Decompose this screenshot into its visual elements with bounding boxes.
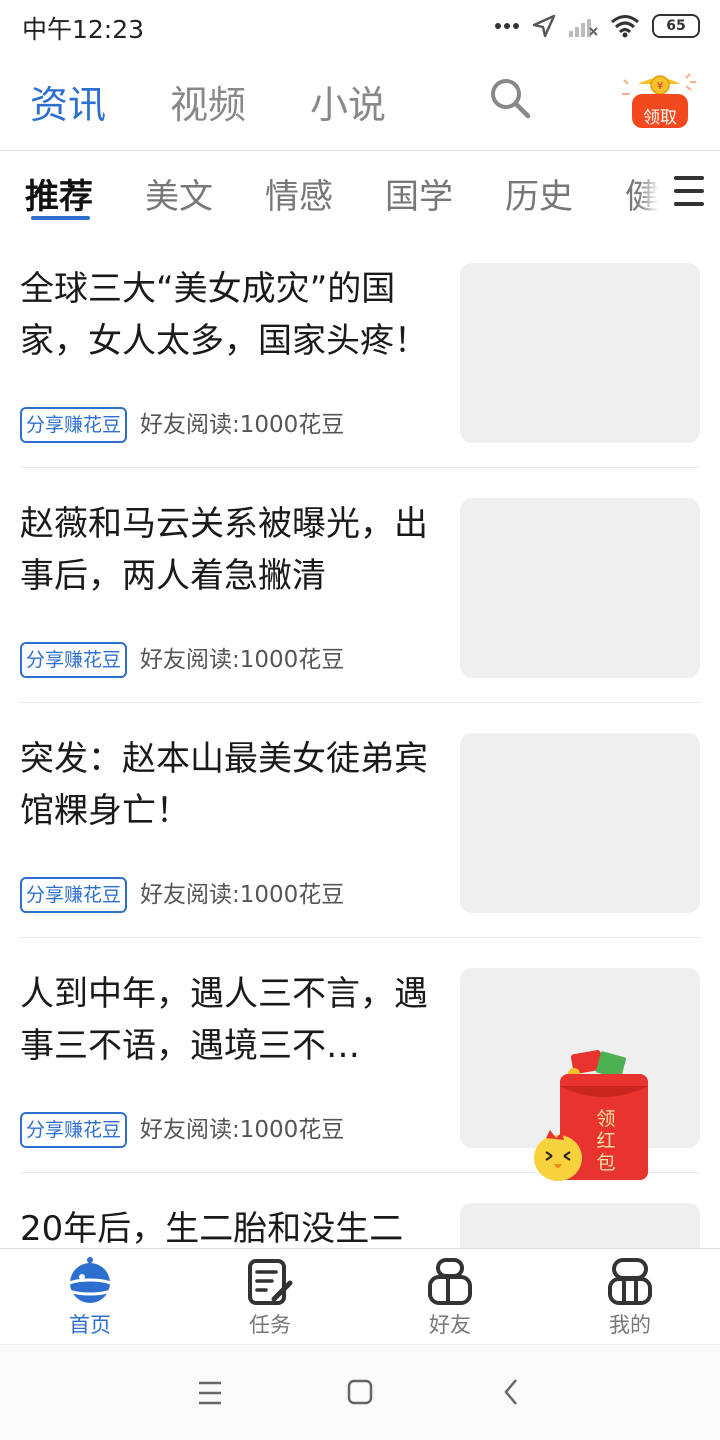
profile-icon	[608, 1258, 652, 1305]
menu-icon-bar	[674, 202, 704, 206]
article-title: 全球三大“美女成灾”的国家，女人太多，国家头疼！	[20, 269, 428, 361]
search-button[interactable]	[488, 76, 532, 120]
nav-friends-label: 好友	[429, 1313, 471, 1337]
share-earn-tag[interactable]: 分享赚花豆	[20, 877, 128, 913]
more-dots-icon	[495, 23, 519, 29]
tab-novel[interactable]: 小说	[310, 74, 386, 129]
share-earn-tag[interactable]: 分享赚花豆	[20, 407, 128, 443]
active-category-underline	[31, 216, 90, 220]
nav-tasks[interactable]: 任务	[210, 1257, 330, 1339]
nav-mine[interactable]: 我的	[570, 1257, 690, 1339]
square-home-icon	[347, 1379, 373, 1405]
nav-home-label: 首页	[69, 1313, 111, 1337]
article-thumbnail	[460, 263, 700, 443]
claim-redpack-label: 领取	[643, 108, 677, 128]
article-title: 突发：赵本山最美女徒弟宾馆粿身亡！	[20, 739, 428, 831]
category-tabs: 推荐 美文 情感 国学 历史 健	[0, 151, 720, 231]
svg-text:¥: ¥	[657, 81, 663, 92]
bottom-nav: 首页 任务 好友 我的	[0, 1248, 720, 1344]
system-nav-bar	[0, 1344, 720, 1440]
top-tabs: 资讯 视频 小说	[0, 60, 720, 150]
nav-home[interactable]: 首页	[30, 1257, 150, 1339]
share-earn-tag[interactable]: 分享赚花豆	[20, 1112, 128, 1148]
category-recommend[interactable]: 推荐	[25, 169, 93, 218]
signal-off-icon	[569, 19, 598, 37]
article-item[interactable]: 赵薇和马云关系被曝光，出事后，两人着急撇清 分享赚花豆 好友阅读:1000花豆	[20, 468, 700, 703]
reward-text: 好友阅读:1000花豆	[140, 647, 345, 673]
share-earn-tag[interactable]: 分享赚花豆	[20, 642, 128, 678]
nav-tasks-label: 任务	[249, 1313, 291, 1337]
floating-redpack-button[interactable]: 领红包	[530, 1050, 655, 1190]
status-icons: 65	[494, 12, 700, 40]
category-emotion[interactable]: 情感	[265, 169, 333, 218]
article-thumbnail	[460, 733, 700, 913]
category-menu-button[interactable]	[662, 176, 716, 226]
wifi-icon	[611, 15, 639, 38]
category-health[interactable]: 健	[625, 169, 659, 218]
menu-lines-icon	[199, 1381, 221, 1405]
battery-indicator: 65	[652, 14, 700, 38]
article-item[interactable]: 突发：赵本山最美女徒弟宾馆粿身亡！ 分享赚花豆 好友阅读:1000花豆	[20, 703, 700, 938]
system-menu-button[interactable]	[190, 1377, 230, 1409]
system-home-button[interactable]	[340, 1377, 380, 1409]
status-time: 中午12:23	[22, 15, 145, 44]
article-title: 20年后，生二胎和没生二	[20, 1209, 404, 1248]
system-back-button[interactable]	[492, 1377, 532, 1409]
reward-text: 好友阅读:1000花豆	[140, 412, 345, 438]
status-bar: 中午12:23 65	[0, 0, 720, 52]
article-thumbnail	[460, 1203, 700, 1248]
home-planet-icon	[64, 1257, 116, 1303]
menu-icon-bar	[674, 176, 704, 180]
claim-redpack-button[interactable]: ¥ 领取	[620, 70, 700, 130]
location-arrow-icon	[532, 14, 556, 38]
task-edit-icon	[248, 1259, 293, 1305]
category-sinology[interactable]: 国学	[385, 169, 453, 218]
category-essay[interactable]: 美文	[145, 169, 213, 218]
article-thumbnail	[460, 498, 700, 678]
floating-redpack-label: 领红包	[596, 1108, 616, 1174]
friends-icon	[428, 1258, 472, 1305]
article-title: 赵薇和马云关系被曝光，出事后，两人着急撇清	[20, 504, 428, 596]
nav-mine-label: 我的	[609, 1313, 651, 1337]
menu-icon-bar	[674, 189, 704, 193]
reward-text: 好友阅读:1000花豆	[140, 1117, 345, 1143]
tab-news[interactable]: 资讯	[30, 74, 106, 129]
nav-friends[interactable]: 好友	[390, 1257, 510, 1339]
article-title: 人到中年，遇人三不言，遇事三不语，遇境三不…	[20, 974, 428, 1066]
category-history[interactable]: 历史	[505, 169, 573, 218]
article-item[interactable]: 全球三大“美女成灾”的国家，女人太多，国家头疼！ 分享赚花豆 好友阅读:1000…	[20, 233, 700, 468]
reward-text: 好友阅读:1000花豆	[140, 882, 345, 908]
back-chevron-icon	[504, 1379, 517, 1405]
search-icon	[491, 79, 531, 119]
tab-video[interactable]: 视频	[170, 74, 246, 129]
battery-level: 65	[666, 18, 686, 34]
